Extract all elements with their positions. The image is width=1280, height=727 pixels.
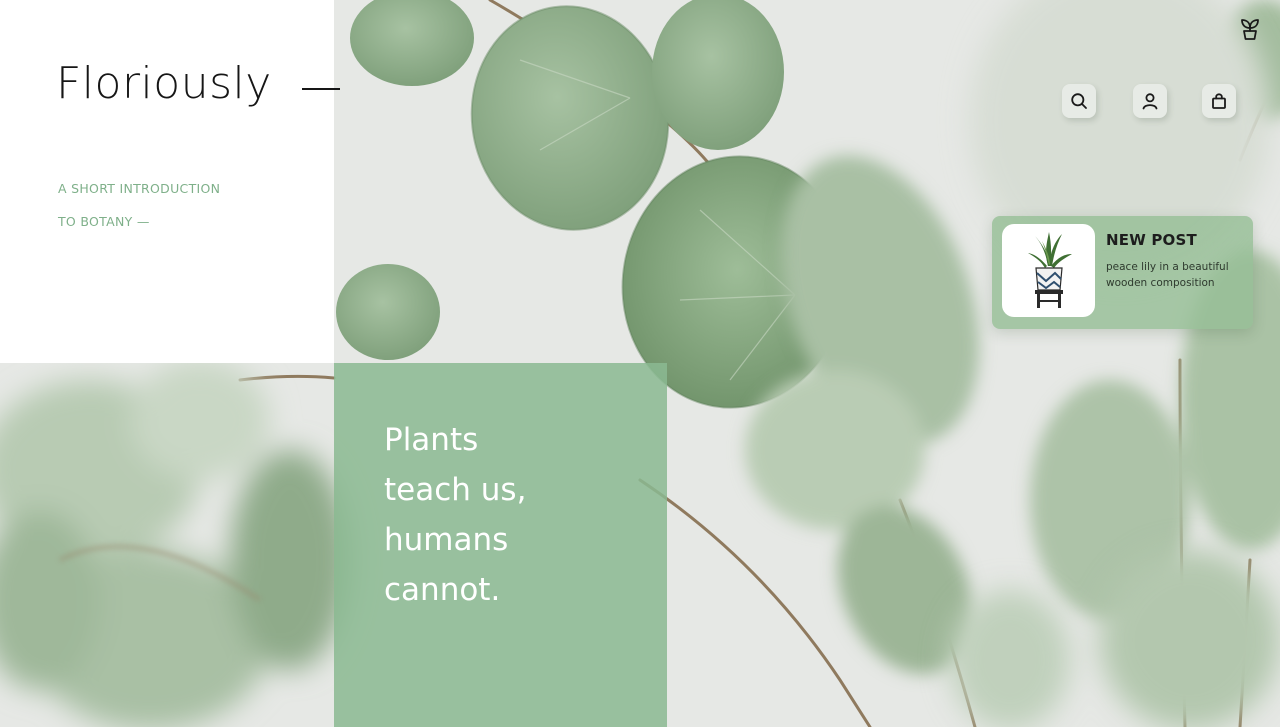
post-thumbnail: [1002, 224, 1095, 317]
quote-line-2: teach us,: [384, 472, 527, 508]
quote-text: Plants teach us, humans cannot.: [384, 415, 644, 615]
new-post-description: peace lily in a beautiful wooden composi…: [1106, 259, 1246, 291]
brand-dash-divider: [302, 88, 340, 90]
cart-button[interactable]: [1202, 84, 1236, 118]
new-post-title: NEW POST: [1106, 231, 1197, 249]
intro-line-2: TO BOTANY —: [58, 214, 150, 229]
page: Floriously A SHORT INTRODUCTION TO BOTAN…: [0, 0, 1280, 727]
quote-panel: Plants teach us, humans cannot.: [334, 363, 667, 727]
quote-line-4: cannot.: [384, 572, 501, 608]
potted-plant-icon: [1028, 232, 1072, 308]
quote-line-1: Plants: [384, 422, 479, 458]
quote-line-3: humans: [384, 522, 509, 558]
hero-panel: Floriously A SHORT INTRODUCTION TO BOTAN…: [0, 0, 340, 363]
intro-line-1: A SHORT INTRODUCTION: [58, 181, 221, 196]
user-icon: [1141, 92, 1159, 110]
brand-title[interactable]: Floriously: [56, 58, 272, 111]
sprout-icon[interactable]: [1237, 16, 1263, 42]
new-post-description-line-1: peace lily in a beautiful: [1106, 261, 1229, 273]
bag-icon: [1210, 92, 1228, 110]
new-post-description-line-2: wooden composition: [1106, 277, 1215, 289]
account-button[interactable]: [1133, 84, 1167, 118]
intro-link[interactable]: A SHORT INTRODUCTION TO BOTANY —: [58, 172, 220, 238]
search-icon: [1070, 92, 1088, 110]
search-button[interactable]: [1062, 84, 1096, 118]
new-post-card[interactable]: NEW POST peace lily in a beautiful woode…: [992, 216, 1253, 329]
